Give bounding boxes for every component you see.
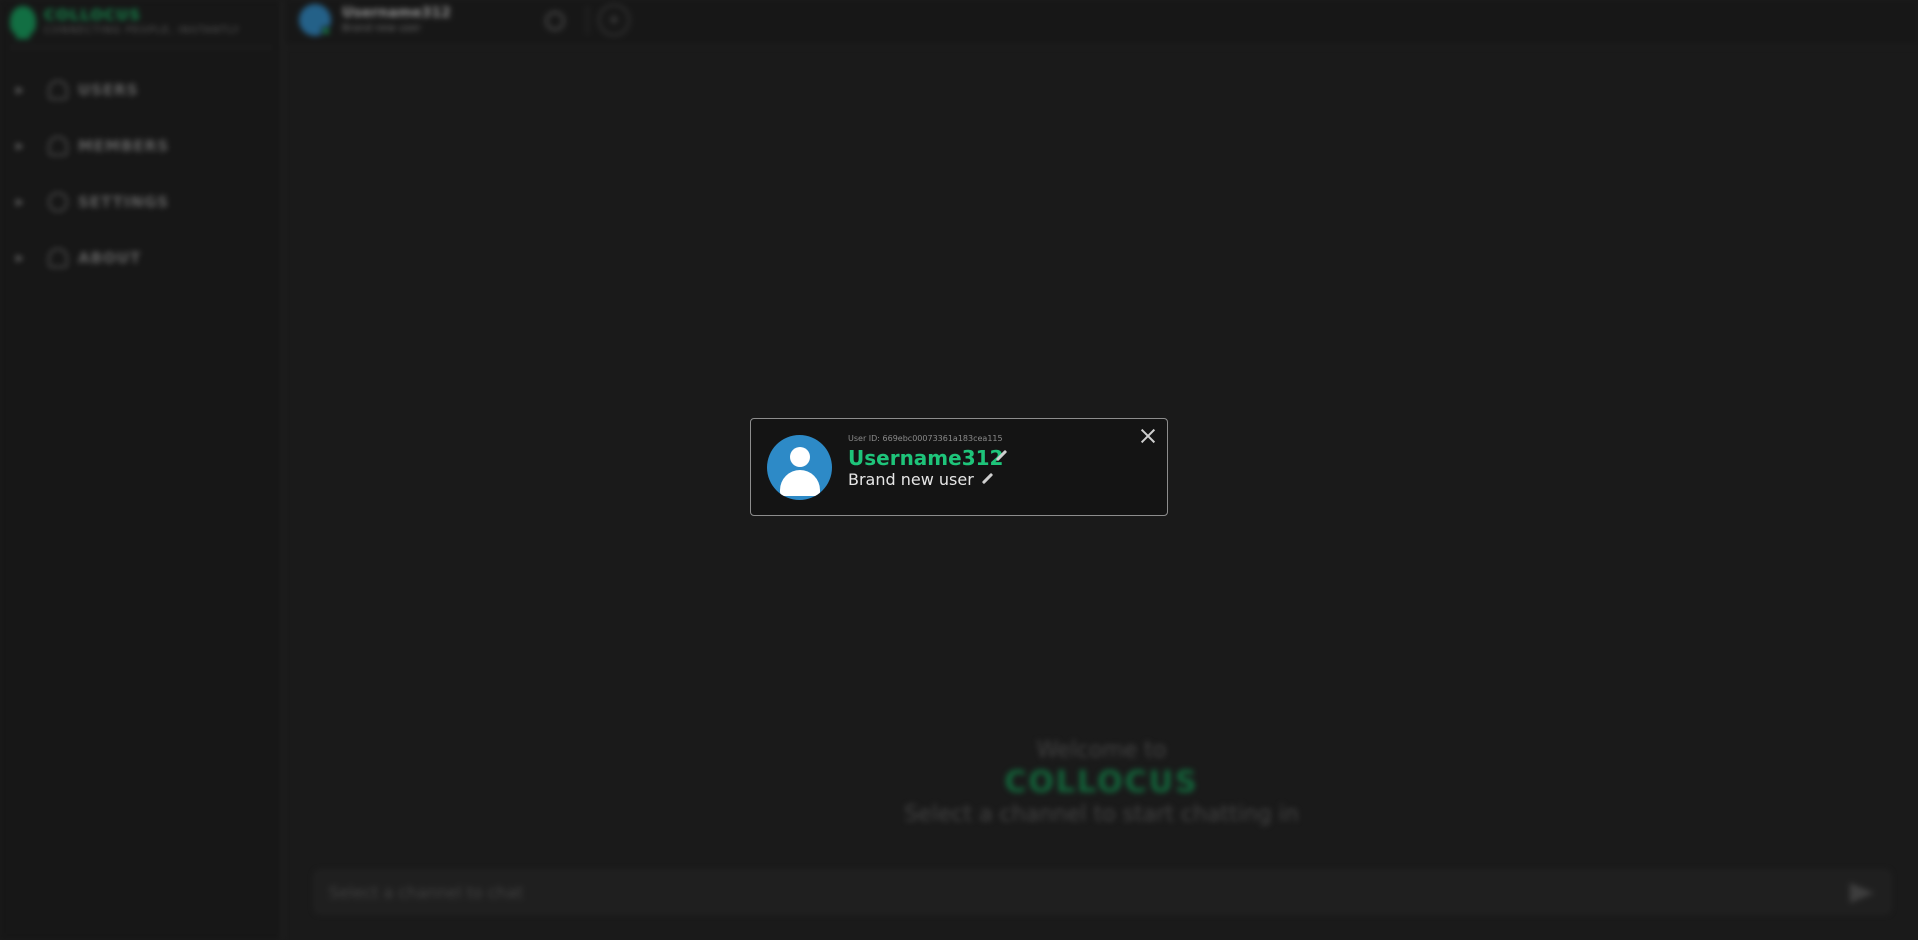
profile-modal: User ID: 669ebc00073361a183cea115 Userna… xyxy=(750,418,1168,516)
profile-username: Username312 xyxy=(848,446,1004,470)
close-icon[interactable] xyxy=(1141,429,1155,443)
edit-status-icon[interactable] xyxy=(980,473,994,487)
avatar xyxy=(767,435,832,500)
edit-username-icon[interactable] xyxy=(994,450,1008,464)
profile-status: Brand new user xyxy=(848,470,974,489)
avatar-body xyxy=(780,470,820,496)
user-id: User ID: 669ebc00073361a183cea115 xyxy=(848,434,1003,443)
app-root: COLLOCUS CONNECTING PEOPLE, INSTANTLY ▶ … xyxy=(0,0,1918,940)
avatar-head xyxy=(790,447,810,467)
